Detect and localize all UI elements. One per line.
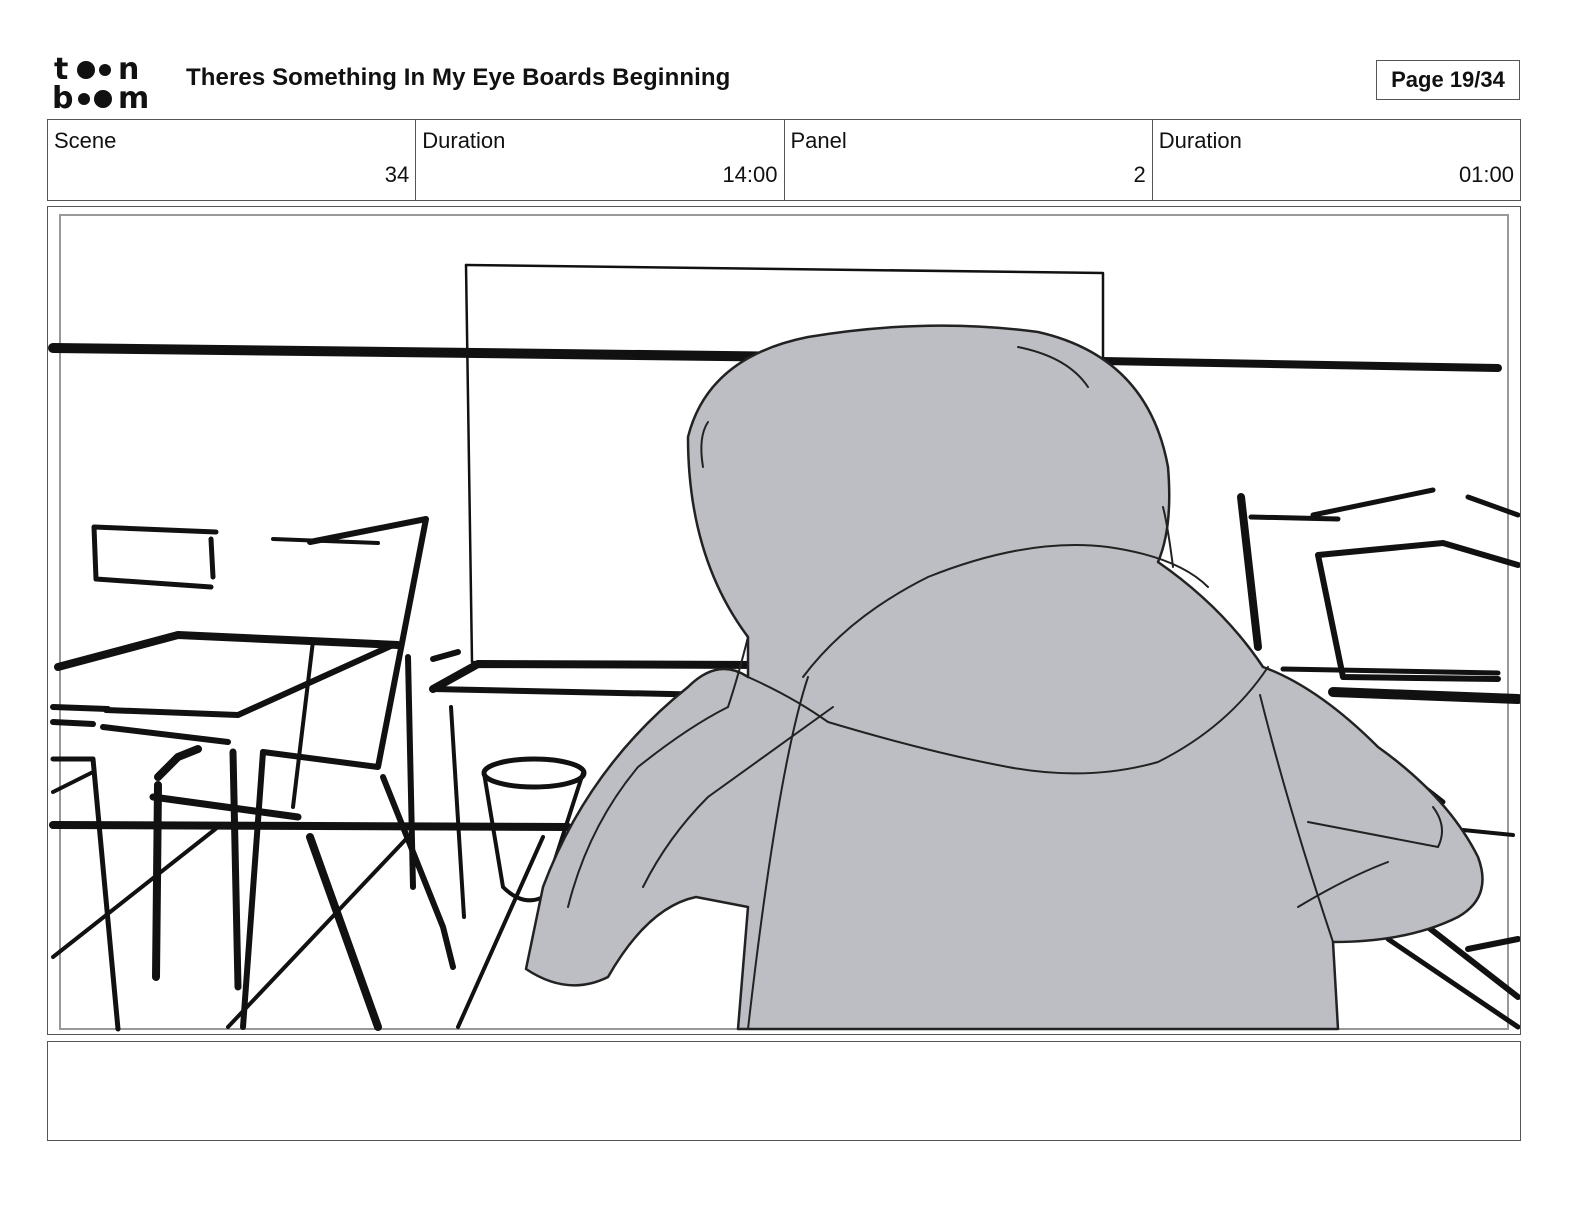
scene-duration-cell: Duration 14:00 xyxy=(416,120,785,200)
panel-label: Panel xyxy=(790,128,847,153)
scene-cell: Scene 34 xyxy=(48,120,417,200)
panel-duration-value: 01:00 xyxy=(1458,162,1514,187)
scene-label: Scene xyxy=(54,128,117,153)
scene-duration-value: 14:00 xyxy=(722,162,778,187)
storyboard-sketch xyxy=(48,214,1520,1032)
document-title: Theres Something In My Eye Boards Beginn… xyxy=(186,64,731,91)
panel-duration-label: Duration xyxy=(1158,128,1242,153)
panel-notes-box xyxy=(47,1041,1521,1141)
page-number: Page 19/34 xyxy=(1376,60,1520,100)
scene-info-table: Scene 34 Duration 14:00 Panel 2 Duration… xyxy=(47,119,1521,201)
svg-text:m: m xyxy=(118,81,149,112)
svg-text:b: b xyxy=(52,81,73,112)
scene-value: 34 xyxy=(384,162,410,187)
storyboard-panel xyxy=(47,206,1521,1035)
panel-value: 2 xyxy=(1133,162,1146,187)
panel-duration-cell: Duration 01:00 xyxy=(1153,120,1520,200)
scene-duration-label: Duration xyxy=(422,128,506,153)
toon-boom-logo: t n b m xyxy=(52,52,149,112)
panel-cell: Panel 2 xyxy=(785,120,1153,200)
